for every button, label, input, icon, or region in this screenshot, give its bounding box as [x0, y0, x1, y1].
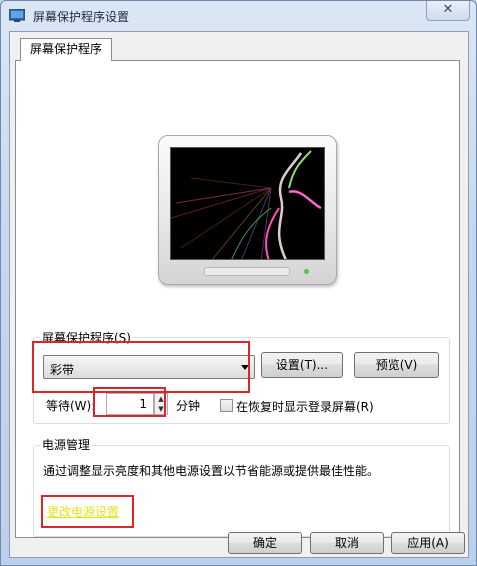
power-group-label: 电源管理	[40, 436, 93, 453]
ok-button[interactable]: 确定	[228, 532, 302, 554]
display-settings-icon	[9, 9, 25, 22]
settings-button[interactable]: 设置(T)...	[261, 352, 343, 378]
preview-button[interactable]: 预览(V)	[354, 352, 439, 378]
close-button[interactable]: ✕	[426, 1, 470, 21]
ribbons-preview-graphic	[171, 150, 322, 259]
wait-unit-label: 分钟	[176, 399, 201, 413]
tab-screensaver[interactable]: 屏幕保护程序	[20, 38, 112, 61]
highlight-box-selector	[32, 341, 250, 393]
wait-label: 等待(W):	[46, 399, 96, 413]
resume-logon-checkbox[interactable]	[220, 399, 233, 412]
screensaver-preview-screen	[170, 147, 325, 260]
screensaver-tab-panel: 屏幕保护程序(S) 彩带 设置(T)... 预览(V) 等待(W): 1 ▲ ▼…	[15, 60, 460, 538]
close-icon: ✕	[442, 2, 454, 17]
monitor-power-led	[304, 269, 309, 274]
highlight-box-wait	[93, 387, 166, 417]
power-description: 通过调整显示亮度和其他电源设置以节省能源或提供最佳性能。	[43, 464, 380, 478]
monitor-preview	[158, 135, 337, 285]
title-bar[interactable]: 屏幕保护程序设置 ✕	[1, 1, 476, 31]
dialog-client-area: 屏幕保护程序 屏幕保护程序(S) 彩带 设置(T)... 预览(V) 等待(W)…	[9, 31, 469, 558]
apply-button[interactable]: 应用(A)	[391, 532, 465, 554]
screensaver-settings-window: 屏幕保护程序设置 ✕ 屏幕保护程序 屏幕保护程序(S) 彩带 设置(T)... …	[0, 0, 477, 566]
highlight-box-power-link	[41, 495, 134, 528]
monitor-bezel-slot	[204, 267, 290, 276]
window-title: 屏幕保护程序设置	[33, 10, 130, 24]
cancel-button[interactable]: 取消	[310, 532, 384, 554]
resume-logon-label[interactable]: 在恢复时显示登录屏幕(R)	[236, 398, 374, 415]
